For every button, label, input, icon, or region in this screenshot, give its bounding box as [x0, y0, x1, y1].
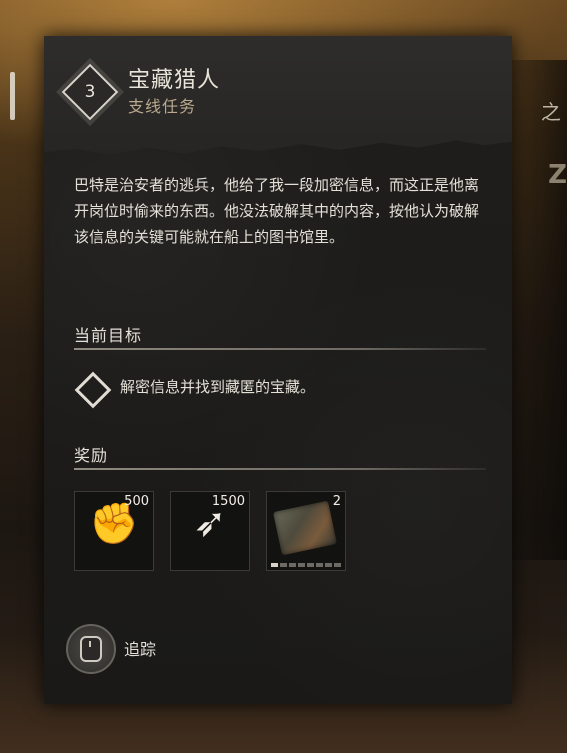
- crafting-material-icon: [273, 500, 337, 556]
- mouse-icon: [80, 636, 102, 662]
- objective-divider: [74, 348, 486, 350]
- quest-type: 支线任务: [128, 97, 197, 116]
- track-button[interactable]: [66, 624, 116, 674]
- background-structure: [507, 60, 567, 560]
- reward-slot-item[interactable]: 2: [266, 491, 346, 571]
- rewards-section-title: 奖励: [74, 446, 109, 465]
- offscreen-panel-glyph: 之: [541, 100, 561, 124]
- reward-slot-boot[interactable]: ➶ 1500: [170, 491, 250, 571]
- quest-level-number: 3: [84, 82, 96, 102]
- quest-title: 宝藏猎人: [128, 68, 221, 93]
- item-durability-bar: [271, 563, 341, 567]
- quest-detail-panel: 3 宝藏猎人 支线任务 巴特是治安者的逃兵，他给了我一段加密信息，而这正是他离开…: [44, 36, 512, 704]
- objective-section-title: 当前目标: [74, 326, 143, 345]
- objective-text: 解密信息并找到藏匿的宝藏。: [120, 378, 316, 396]
- objective-diamond-icon: [74, 371, 112, 409]
- reward-slot-fist[interactable]: ✊ 500: [74, 491, 154, 571]
- left-scroll-indicator[interactable]: [10, 72, 15, 120]
- reward-count: 1500: [211, 494, 245, 509]
- quest-description: 巴特是治安者的逃兵，他给了我一段加密信息，而这正是他离开岗位时偷来的东西。他没法…: [74, 176, 480, 246]
- rewards-divider: [74, 468, 486, 470]
- track-label[interactable]: 追踪: [124, 636, 156, 660]
- reward-count: 500: [124, 494, 149, 509]
- offscreen-panel-glyph-2: Z: [548, 160, 567, 190]
- reward-count: 2: [332, 494, 341, 509]
